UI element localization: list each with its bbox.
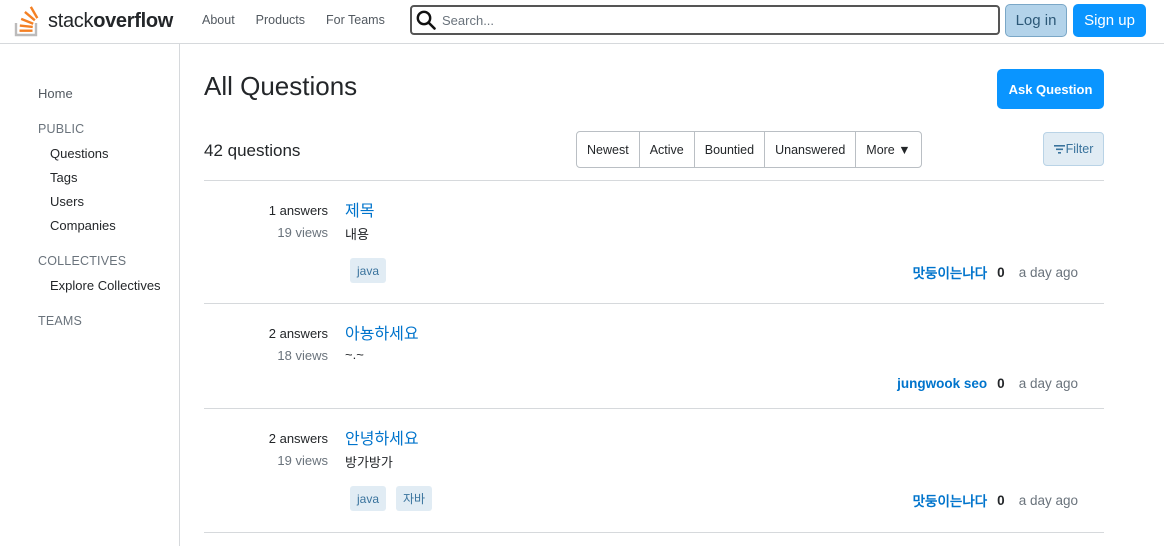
question-title-link[interactable]: 안녕하세요: [345, 425, 419, 449]
view-count: 19 views: [277, 453, 328, 468]
user-link[interactable]: 맛둥이는나다: [913, 490, 988, 510]
asked-time: a day ago: [1018, 376, 1078, 391]
logo-wordmark: stackoverflow: [48, 10, 173, 33]
tab-bountied[interactable]: Bountied: [695, 132, 766, 167]
ask-question-button[interactable]: Ask Question: [997, 69, 1104, 109]
nav-for-teams[interactable]: For Teams: [326, 13, 385, 27]
sidebar-heading-public: PUBLIC: [38, 122, 85, 136]
tab-active[interactable]: Active: [640, 132, 695, 167]
user-reputation: 0: [997, 264, 1005, 280]
nav-products[interactable]: Products: [256, 13, 305, 27]
login-button[interactable]: Log in: [1005, 4, 1067, 37]
answer-count: 2 answers: [268, 326, 328, 341]
user-link[interactable]: 맛둥이는나다: [913, 262, 988, 282]
search-icon: [416, 10, 436, 30]
logo-text-light: stack: [48, 9, 94, 32]
sidebar-item-companies[interactable]: Companies: [50, 218, 116, 233]
sort-tabs: Newest Active Bountied Unanswered More ▼: [576, 131, 922, 168]
sidebar-heading-collectives: COLLECTIVES: [38, 254, 127, 268]
top-nav: About Products For Teams: [202, 13, 385, 27]
left-sidebar: Home PUBLIC Questions Tags Users Compani…: [0, 44, 180, 546]
question-tags: java: [350, 258, 387, 283]
filter-label: Filter: [1065, 142, 1094, 156]
question-stats: 2 answers 19 views: [269, 431, 328, 468]
view-count: 19 views: [277, 225, 328, 240]
question-excerpt: ~.~: [345, 347, 364, 362]
sidebar-item-users[interactable]: Users: [50, 194, 84, 209]
question-stats: 2 answers 18 views: [269, 326, 328, 363]
tab-unanswered[interactable]: Unanswered: [765, 132, 857, 167]
question-summary: 2 answers 19 views 안녕하세요 방가방가 java 자바 맛둥…: [204, 409, 1104, 533]
filter-button[interactable]: Filter: [1043, 132, 1104, 166]
logo-text-bold: overflow: [93, 9, 174, 32]
question-meta: 맛둥이는나다 0 a day ago: [913, 490, 1078, 510]
question-meta: jungwook seo 0 a day ago: [897, 376, 1078, 391]
question-stats: 1 answers 19 views: [269, 203, 328, 240]
question-summary: 1 answers 19 views 제목 내용 java 맛둥이는나다 0 a…: [204, 181, 1104, 304]
user-reputation: 0: [997, 376, 1005, 391]
question-meta: 맛둥이는나다 0 a day ago: [913, 262, 1078, 282]
tag-java[interactable]: java: [350, 258, 387, 283]
tag-jaba[interactable]: 자바: [396, 486, 433, 511]
question-count: 42 questions: [204, 141, 301, 160]
filter-icon: [1053, 144, 1065, 154]
question-title-link[interactable]: 아뇽하세요: [345, 320, 419, 344]
search-bar: [410, 5, 1000, 35]
nav-about[interactable]: About: [202, 13, 235, 27]
top-bar: stackoverflow About Products For Teams L…: [0, 0, 1164, 44]
user-link[interactable]: jungwook seo: [897, 376, 987, 391]
sidebar-item-explore-collectives[interactable]: Explore Collectives: [50, 278, 161, 293]
stack-logo-icon: [14, 6, 39, 37]
answer-count: 2 answers: [268, 431, 328, 446]
asked-time: a day ago: [1018, 492, 1078, 508]
question-excerpt: 방가방가: [345, 455, 393, 470]
signup-button[interactable]: Sign up: [1073, 4, 1146, 37]
tab-newest[interactable]: Newest: [577, 132, 640, 167]
tab-more[interactable]: More ▼: [856, 132, 920, 167]
answer-count: 1 answers: [268, 203, 328, 218]
page-title: All Questions: [204, 71, 358, 101]
question-summary: 2 answers 18 views 아뇽하세요 ~.~ jungwook se…: [204, 304, 1104, 409]
sidebar-item-home[interactable]: Home: [38, 86, 73, 101]
tag-java[interactable]: java: [350, 486, 387, 511]
view-count: 18 views: [277, 348, 328, 363]
asked-time: a day ago: [1018, 264, 1078, 280]
user-reputation: 0: [997, 492, 1005, 508]
sidebar-heading-teams: TEAMS: [38, 314, 83, 328]
question-title-link[interactable]: 제목: [345, 197, 374, 221]
stackoverflow-logo[interactable]: stackoverflow: [14, 4, 173, 38]
sidebar-item-tags[interactable]: Tags: [50, 170, 77, 185]
sidebar-item-questions[interactable]: Questions: [50, 146, 109, 161]
question-tags: java 자바: [350, 486, 433, 511]
question-excerpt: 내용: [345, 227, 369, 242]
question-list: 1 answers 19 views 제목 내용 java 맛둥이는나다 0 a…: [204, 180, 1104, 533]
search-input[interactable]: [442, 12, 962, 28]
